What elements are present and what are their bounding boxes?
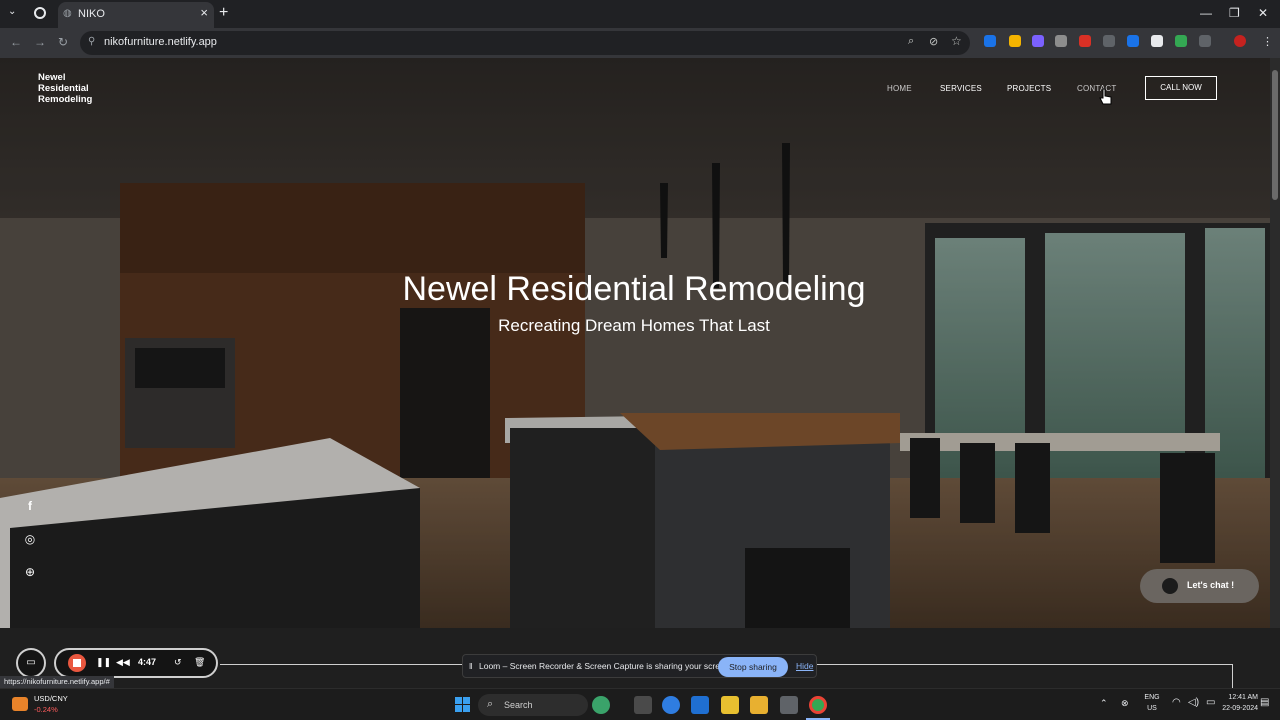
extension-record-icon[interactable] [1079,35,1091,47]
search-placeholder: Search [504,700,533,710]
extension-loom-icon[interactable] [1032,35,1044,47]
forward-icon[interactable]: → [34,35,46,49]
close-icon[interactable]: × [200,5,208,20]
chrome-icon[interactable] [809,696,827,714]
extension-doc-icon[interactable] [1151,35,1163,47]
sticky-notes-icon[interactable] [721,696,739,714]
volume-icon[interactable]: ◁) [1188,697,1199,708]
clock-date[interactable]: 22-09-2024 [1208,705,1258,712]
store-icon[interactable] [691,696,709,714]
tab-title: NIKO [78,8,105,20]
screen-share-banner: ‖ Loom – Screen Recorder & Screen Captur… [462,654,817,678]
browser-toolbar: ← → ↻ ⚲ nikofurniture.netlify.app ⌕ ⊘ ☆ … [0,28,1280,58]
share-message: Loom – Screen Recorder & Screen Capture … [479,661,732,671]
brand-line: Residential [38,83,89,94]
close-window-icon[interactable]: ✕ [1258,6,1268,20]
minimize-icon[interactable]: — [1200,6,1212,20]
brand-line: Remodeling [38,94,93,105]
facebook-icon[interactable]: f [23,499,37,513]
zoom-icon[interactable]: ⌕ [908,35,914,48]
restart-icon[interactable]: ↺ [174,657,182,668]
extension-power-icon[interactable] [984,35,996,47]
ticker-name: USD/CNY [34,694,68,703]
clock-time[interactable]: 12:41 AM [1208,694,1258,701]
globe-icon[interactable]: ⊕ [23,565,37,579]
widget-icon[interactable] [592,696,610,714]
stop-sharing-button[interactable]: Stop sharing [718,657,788,677]
task-view-icon[interactable] [634,696,652,714]
back-icon[interactable]: ← [10,35,22,49]
copilot-icon[interactable] [662,696,680,714]
search-icon: ⌕ [487,698,494,710]
nav-home[interactable]: HOME [887,84,912,93]
scrollbar-thumb[interactable] [1272,70,1278,200]
tab-niko[interactable]: ◍ NIKO × [58,2,214,28]
loom-camera-icon[interactable]: ▭ [16,648,46,678]
extension-download-icon[interactable] [1127,35,1139,47]
brand-line: Newel [38,72,66,83]
tab-search-icon[interactable]: ⌄ [8,6,16,17]
call-now-button[interactable]: CALL NOW [1145,76,1217,100]
nav-services[interactable]: SERVICES [940,84,982,93]
recording-icon[interactable] [34,7,46,19]
kitchen-hero-image [0,58,1270,628]
hide-link[interactable]: Hide [796,661,813,671]
address-bar[interactable]: ⚲ nikofurniture.netlify.app ⌕ ⊘ ☆ [80,31,970,55]
new-tab-icon[interactable]: + [219,4,228,22]
file-explorer-icon[interactable] [750,696,768,714]
wifi-icon[interactable]: ◠ [1172,697,1181,708]
loom-control-bar: ❚❚ ◀◀ 4:47 ↺ 🗑 [54,648,218,678]
notification-icon[interactable]: ▤ [1260,697,1269,708]
site-info-icon[interactable]: ⚲ [88,36,95,47]
loom-timer: 4:47 [138,657,157,667]
extension-grid-icon[interactable] [1103,35,1115,47]
language-bottom[interactable]: US [1140,705,1164,712]
stock-widget-icon[interactable] [12,697,28,711]
restore-icon[interactable]: ❐ [1229,6,1240,20]
chat-bubble-icon [1162,578,1178,594]
taskbar-search[interactable]: ⌕ Search [478,694,588,716]
bookmark-star-icon[interactable]: ☆ [951,34,962,48]
chat-button[interactable]: Let's chat ! [1140,569,1259,603]
website-viewport: Newel Residential Remodeling HOME SERVIC… [0,58,1270,628]
globe-icon: ◍ [63,8,72,19]
extension-eye-icon[interactable] [1055,35,1067,47]
extensions-puzzle-icon[interactable] [1199,35,1211,47]
trash-icon[interactable]: 🗑 [194,657,205,668]
drag-handle-icon[interactable]: ‖ [469,661,473,671]
browser-tab-bar: ⌄ ◍ NIKO × + — ❐ ✕ [0,0,1280,28]
url-text: nikofurniture.netlify.app [104,36,217,48]
windows-start-icon[interactable] [455,697,471,713]
nav-projects[interactable]: PROJECTS [1007,84,1051,93]
ticker-change: -0.24% [34,705,58,714]
divider-line [1232,664,1233,688]
windows-taskbar: USD/CNY -0.24% ⌕ Search ⌃ ⊗ ENG US ◠ ◁) … [0,688,1280,720]
profile-avatar[interactable] [1234,35,1246,47]
instagram-icon[interactable]: ◎ [23,532,37,546]
language-top[interactable]: ENG [1140,694,1164,701]
hero-subtitle: Recreating Dream Homes That Last [498,316,770,335]
calculator-icon[interactable] [780,696,798,714]
brand-logo[interactable]: Newel Residential Remodeling [38,72,92,105]
status-bar-url: https://nikofurniture.netlify.app/# [0,676,114,688]
tray-app-icon[interactable]: ⊗ [1121,698,1129,709]
extension-color-icon[interactable] [1175,35,1187,47]
tray-chevron-icon[interactable]: ⌃ [1100,698,1108,709]
pause-icon[interactable]: ❚❚ [96,657,111,668]
cursor-hand-icon [1099,88,1112,105]
reload-icon[interactable]: ↻ [58,35,68,49]
loom-stop-button[interactable] [68,654,86,672]
chat-label: Let's chat ! [1187,580,1235,590]
eye-off-icon[interactable]: ⊘ [929,35,938,48]
menu-kebab-icon[interactable]: ⋮ [1262,35,1273,48]
hero-title: Newel Residential Remodeling [402,270,866,308]
extension-pencil-icon[interactable] [1009,35,1021,47]
rewind-icon[interactable]: ◀◀ [116,657,130,668]
